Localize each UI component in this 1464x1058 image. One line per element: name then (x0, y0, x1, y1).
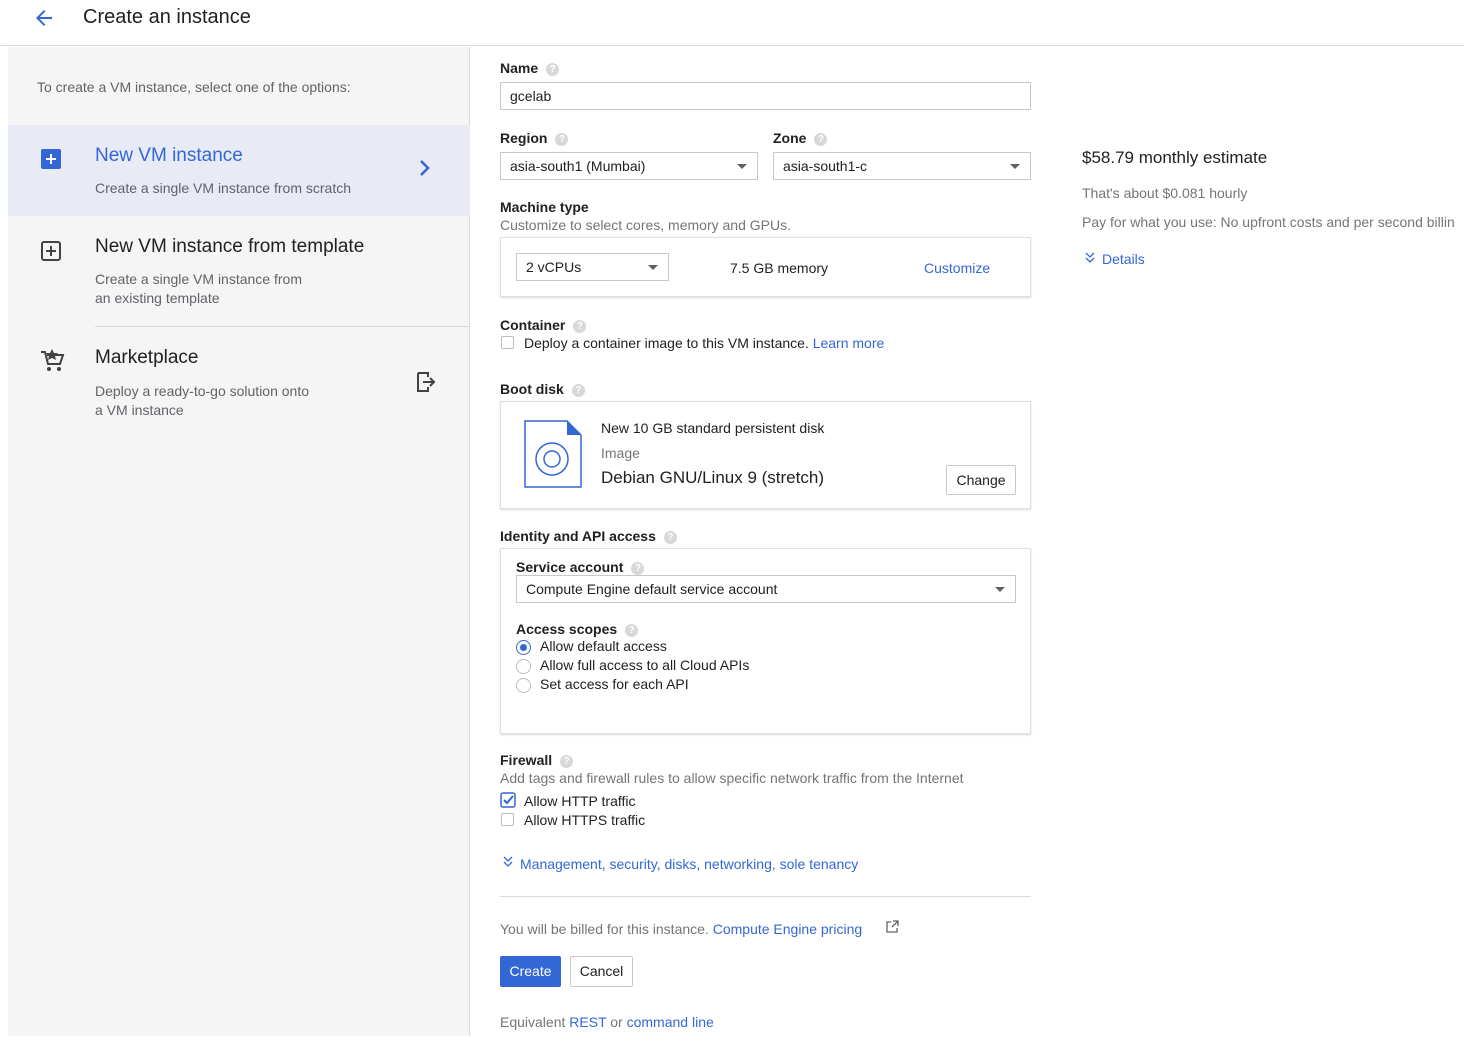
option-from-template[interactable]: New VM instance from template Create a s… (8, 216, 470, 326)
details-link[interactable]: Details (1102, 251, 1145, 267)
customize-link[interactable]: Customize (924, 260, 990, 276)
billing-text: You will be billed for this instance. Co… (500, 921, 863, 937)
option-title: Marketplace (95, 347, 199, 368)
divider (500, 896, 1031, 897)
container-checkbox[interactable] (501, 336, 514, 349)
create-button[interactable]: Create (500, 956, 561, 987)
option-marketplace[interactable]: Marketplace Deploy a ready-to-go solutio… (8, 327, 470, 437)
zone-select[interactable]: asia-south1-c (773, 152, 1031, 180)
boot-disk-card: New 10 GB standard persistent disk Image… (500, 401, 1031, 509)
container-text: Deploy a container image to this VM inst… (524, 335, 885, 351)
rest-link[interactable]: REST (569, 1014, 606, 1030)
dropdown-caret-icon (995, 587, 1005, 592)
launch-icon[interactable] (416, 371, 436, 396)
add-template-icon (41, 241, 61, 261)
name-label: Name? (500, 60, 560, 76)
option-desc: Create a single VM instance from scratch (95, 180, 351, 196)
equivalent-text: Equivalent REST or command line (500, 1014, 714, 1030)
memory-value: 7.5 GB memory (730, 260, 829, 276)
option-title: New VM instance from template (95, 236, 365, 257)
help-icon[interactable]: ? (663, 530, 677, 544)
help-icon[interactable]: ? (571, 383, 585, 397)
scope-radio-each[interactable] (516, 678, 531, 693)
cpu-select[interactable]: 2 vCPUs (516, 253, 669, 281)
add-box-icon (41, 149, 61, 169)
change-button[interactable]: Change (946, 465, 1016, 495)
chevron-right-icon (418, 158, 432, 184)
boot-disk-label: Boot disk? (500, 381, 585, 397)
expand-chevrons-icon (1084, 251, 1096, 268)
zone-label: Zone? (773, 130, 828, 146)
https-label: Allow HTTPS traffic (524, 812, 646, 828)
help-icon[interactable]: ? (560, 754, 574, 768)
help-icon[interactable]: ? (546, 62, 560, 76)
container-label: Container? (500, 317, 587, 333)
service-account-select[interactable]: Compute Engine default service account (516, 575, 1016, 603)
dropdown-caret-icon (648, 265, 658, 270)
options-sidebar: To create a VM instance, select one of t… (8, 47, 470, 1036)
https-checkbox[interactable] (501, 813, 514, 826)
option-desc: Deploy a ready-to-go solution onto a VM i… (95, 383, 310, 418)
boot-disk-desc: New 10 GB standard persistent disk (601, 420, 825, 436)
scope-radio-full[interactable] (516, 659, 531, 674)
machine-type-hint: Customize to select cores, memory and GP… (500, 217, 791, 233)
management-link[interactable]: Management, security, disks, networking,… (520, 856, 858, 872)
option-desc: Create a single VM instance from an exist… (95, 271, 302, 306)
learn-more-link[interactable]: Learn more (813, 335, 885, 351)
boot-image-label: Image (601, 445, 640, 461)
region-select[interactable]: asia-south1 (Mumbai) (500, 152, 758, 180)
http-checkbox[interactable] (500, 792, 516, 811)
machine-type-card: 2 vCPUs 7.5 GB memory Customize (500, 237, 1031, 297)
scope-label: Allow default access (540, 638, 667, 654)
dropdown-caret-icon (1010, 164, 1020, 169)
hourly-estimate: That's about $0.081 hourly (1082, 185, 1248, 201)
external-link-icon[interactable] (885, 920, 899, 937)
http-label: Allow HTTP traffic (524, 793, 636, 809)
scope-label: Set access for each API (540, 676, 689, 692)
sidebar-intro: To create a VM instance, select one of t… (37, 79, 351, 95)
scope-radio-default[interactable] (516, 640, 531, 655)
help-icon[interactable]: ? (814, 132, 828, 146)
boot-image-value: Debian GNU/Linux 9 (stretch) (601, 468, 824, 487)
identity-card: Service account? Compute Engine default … (500, 548, 1031, 734)
machine-type-label: Machine type (500, 199, 589, 215)
option-title: New VM instance (95, 145, 243, 166)
marketplace-cart-icon (38, 347, 66, 375)
access-scopes-label: Access scopes? (516, 621, 639, 637)
pricing-link[interactable]: Compute Engine pricing (713, 921, 862, 937)
firewall-label: Firewall? (500, 752, 574, 768)
identity-label: Identity and API access? (500, 528, 677, 544)
page-header: Create an instance (0, 0, 1464, 46)
billing-note: Pay for what you use: No upfront costs a… (1082, 214, 1455, 230)
monthly-estimate: $58.79 monthly estimate (1082, 148, 1268, 167)
firewall-hint: Add tags and firewall rules to allow spe… (500, 770, 964, 786)
back-arrow-icon[interactable] (32, 6, 56, 30)
expand-chevrons-icon (502, 855, 514, 872)
cancel-button[interactable]: Cancel (570, 956, 633, 987)
help-icon[interactable]: ? (555, 132, 569, 146)
name-input[interactable]: gcelab (500, 82, 1031, 110)
page-title: Create an instance (83, 6, 251, 28)
scope-label: Allow full access to all Cloud APIs (540, 657, 750, 673)
help-icon[interactable]: ? (573, 319, 587, 333)
service-account-label: Service account? (516, 559, 645, 575)
region-label: Region? (500, 130, 569, 146)
help-icon[interactable]: ? (625, 623, 639, 637)
dropdown-caret-icon (737, 164, 747, 169)
command-line-link[interactable]: command line (627, 1014, 714, 1030)
help-icon[interactable]: ? (631, 561, 645, 575)
option-new-vm-instance[interactable]: New VM instance Create a single VM insta… (8, 125, 470, 216)
disk-image-icon (523, 419, 583, 492)
